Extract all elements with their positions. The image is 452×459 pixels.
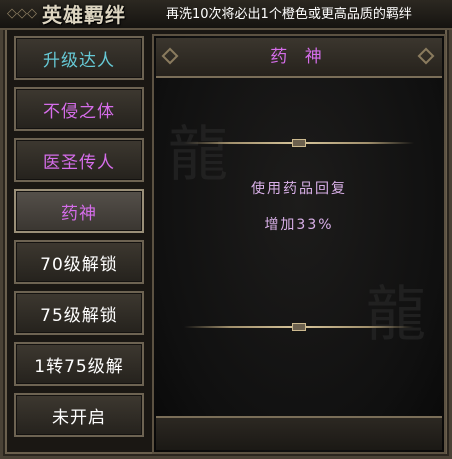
bond-item-label: 药神 — [61, 203, 97, 224]
title-ornament-icon: ◇◇◇ — [7, 6, 37, 21]
bond-item-upgrade-master[interactable]: 升级达人 — [14, 36, 144, 80]
bond-slot-rebirth-locked[interactable]: 1转75级解 — [14, 342, 144, 386]
detail-title: 药 神 — [270, 47, 328, 67]
bond-detail-panel: 龍 龍 药 神 使用药品回复 增加33% — [152, 34, 446, 454]
bond-item-label: 不侵之体 — [43, 101, 115, 122]
bond-item-invulnerable[interactable]: 不侵之体 — [14, 87, 144, 131]
effect-text-line1: 使用药品回复 — [251, 181, 347, 197]
bond-item-label: 升级达人 — [43, 50, 115, 71]
detail-bottom-bar — [156, 416, 442, 450]
bond-slot-lv75-locked[interactable]: 75级解锁 — [14, 291, 144, 335]
detail-title-bar: 药 神 — [156, 38, 442, 78]
divider-gem-icon — [292, 323, 306, 331]
window-header: ◇◇◇ 英雄羁绊 再洗10次将必出1个橙色或更高品质的羁绊 — [0, 0, 452, 30]
bond-list: 升级达人 不侵之体 医圣传人 药神 70级解锁 75级解锁 1转75级解 未开启 — [8, 34, 148, 455]
bond-item-label: 75级解锁 — [40, 305, 118, 326]
bond-item-label: 1转75级解 — [34, 356, 124, 377]
divider-gem-icon — [292, 139, 306, 147]
bond-item-medicine-god[interactable]: 药神 — [14, 189, 144, 233]
bond-slot-unopened[interactable]: 未开启 — [14, 393, 144, 437]
bond-slot-lv70-locked[interactable]: 70级解锁 — [14, 240, 144, 284]
bond-item-medical-saint[interactable]: 医圣传人 — [14, 138, 144, 182]
effect-text-line2: 增加33% — [264, 217, 334, 233]
bond-item-label: 70级解锁 — [40, 254, 118, 275]
window-title: 英雄羁绊 — [42, 3, 126, 27]
dragon-right-icon: 龍 — [366, 280, 426, 350]
bond-item-label: 未开启 — [52, 407, 106, 428]
bond-item-label: 医圣传人 — [43, 152, 115, 173]
refresh-tip-text: 再洗10次将必出1个橙色或更高品质的羁绊 — [166, 7, 412, 22]
